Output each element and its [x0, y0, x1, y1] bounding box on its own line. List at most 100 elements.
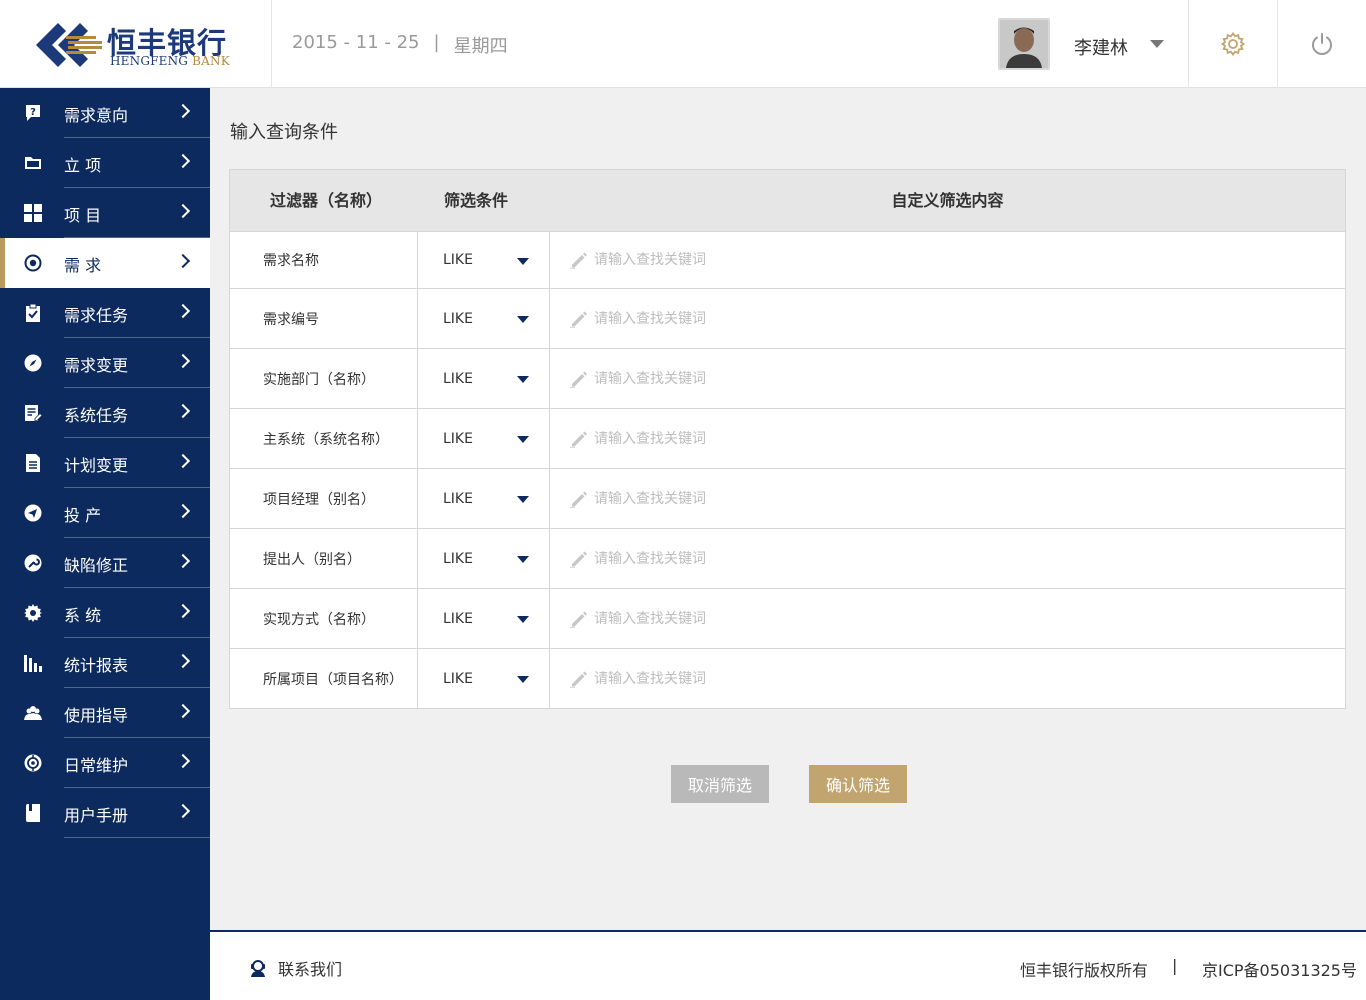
sidebar-item-system-task[interactable]: 系统任务 — [0, 388, 210, 438]
keyword-input[interactable] — [594, 610, 1094, 627]
caret-down-icon[interactable] — [517, 616, 529, 623]
chevron-right-icon — [175, 303, 191, 319]
table-row: 需求名称 LIKE — [230, 232, 1345, 289]
condition-value: LIKE — [443, 610, 473, 627]
bank-logo[interactable]: 恒丰银行 HENGFENG BANK — [0, 0, 272, 88]
chevron-right-icon — [175, 653, 191, 669]
chevron-right-icon — [175, 503, 191, 519]
sidebar-item-project-approval[interactable]: 立 项 — [0, 138, 210, 188]
sidebar-item-label: 需求任务 — [64, 306, 129, 325]
caret-down-icon[interactable] — [517, 316, 529, 323]
pencil-icon — [570, 431, 587, 448]
header: 恒丰银行 HENGFENG BANK 2015 - 11 - 25 | 星期四 … — [0, 0, 1366, 88]
caret-down-icon[interactable] — [517, 436, 529, 443]
sidebar-item-maintenance[interactable]: 日常维护 — [0, 738, 210, 788]
keyword-input[interactable] — [594, 490, 1094, 507]
sidebar-item-usage-guide[interactable]: 使用指导 — [0, 688, 210, 738]
sidebar-item-project[interactable]: 项 目 — [0, 188, 210, 238]
sidebar-item-user-manual[interactable]: 用户手册 — [0, 788, 210, 838]
caret-down-icon[interactable] — [517, 676, 529, 683]
gear-icon — [1220, 31, 1246, 57]
condition-select[interactable]: LIKE — [418, 349, 550, 408]
keyword-input[interactable] — [594, 310, 1094, 327]
condition-select[interactable]: LIKE — [418, 469, 550, 528]
user-name[interactable]: 李建林 — [1074, 34, 1128, 60]
keyword-cell — [550, 469, 1345, 528]
settings-button[interactable] — [1189, 0, 1277, 88]
condition-select[interactable]: LIKE — [418, 232, 550, 288]
keyword-input[interactable] — [594, 370, 1094, 387]
customer-service-icon — [251, 960, 265, 977]
sidebar-item-plan-change[interactable]: 计划变更 — [0, 438, 210, 488]
condition-select[interactable]: LIKE — [418, 289, 550, 348]
document-icon — [24, 454, 42, 472]
sidebar-item-demand[interactable]: 需 求 — [0, 238, 210, 288]
sidebar-item-demand-change[interactable]: 需求变更 — [0, 338, 210, 388]
bank-name-en-part1: HENGFENG — [110, 54, 189, 68]
caret-down-icon[interactable] — [517, 556, 529, 563]
pencil-icon — [570, 671, 587, 688]
date-display: 2015 - 11 - 25 | 星期四 — [292, 32, 508, 58]
keyword-cell — [550, 649, 1345, 708]
date-text: 2015 - 11 - 25 — [292, 32, 420, 53]
condition-select[interactable]: LIKE — [418, 409, 550, 468]
bank-logo-mark-icon — [36, 23, 102, 67]
sidebar-item-demand-intent[interactable]: ? 需求意向 — [0, 88, 210, 138]
footer-separator: | — [1172, 956, 1178, 975]
condition-value: LIKE — [443, 490, 473, 507]
keyword-cell — [550, 289, 1345, 348]
avatar-person-icon — [1000, 20, 1048, 68]
column-header-condition: 筛选条件 — [444, 191, 509, 210]
contact-us-link[interactable]: 联系我们 — [248, 956, 342, 980]
keyword-input[interactable] — [594, 430, 1094, 447]
chevron-right-icon — [175, 603, 191, 619]
filter-name-cell: 需求名称 — [230, 232, 418, 288]
sidebar-item-label: 立 项 — [64, 156, 102, 175]
sidebar-item-label: 计划变更 — [64, 456, 129, 475]
sidebar-item-label: 系统任务 — [64, 406, 129, 425]
table-row: 需求编号 LIKE — [230, 289, 1345, 349]
main-content: 输入查询条件 过滤器（名称） 筛选条件 自定义筛选内容 需求名称 LIKE 需求… — [210, 88, 1366, 930]
column-header-filter: 过滤器（名称） — [270, 191, 383, 210]
caret-down-icon[interactable] — [517, 376, 529, 383]
svg-text:?: ? — [30, 107, 36, 118]
caret-down-icon[interactable] — [1150, 40, 1164, 48]
caret-down-icon[interactable] — [517, 496, 529, 503]
sidebar-item-production[interactable]: 投 产 — [0, 488, 210, 538]
book-icon — [24, 804, 42, 822]
sidebar-item-label: 需求意向 — [64, 106, 129, 125]
clipboard-check-icon — [24, 304, 42, 322]
keyword-input[interactable] — [594, 550, 1094, 567]
filter-name-cell: 提出人（别名） — [230, 529, 418, 588]
table-header: 过滤器（名称） 筛选条件 自定义筛选内容 — [230, 170, 1345, 232]
confirm-filter-button[interactable]: 确认筛选 — [809, 765, 907, 803]
pencil-icon — [570, 491, 587, 508]
filter-name-cell: 项目经理（别名） — [230, 469, 418, 528]
contact-us-label: 联系我们 — [278, 960, 343, 979]
table-row: 所属项目（项目名称） LIKE — [230, 649, 1345, 708]
question-icon: ? — [24, 104, 42, 122]
bank-name-en-part2: BANK — [192, 54, 230, 68]
logout-button[interactable] — [1278, 0, 1366, 88]
sidebar-item-statistics[interactable]: 统计报表 — [0, 638, 210, 688]
people-icon — [24, 704, 42, 722]
sidebar-item-defect-fix[interactable]: 缺陷修正 — [0, 538, 210, 588]
keyword-cell — [550, 349, 1345, 408]
avatar[interactable] — [998, 18, 1050, 70]
sidebar-item-system[interactable]: 系 统 — [0, 588, 210, 638]
chevron-right-icon — [175, 553, 191, 569]
condition-select[interactable]: LIKE — [418, 589, 550, 648]
chevron-right-icon — [175, 453, 191, 469]
table-row: 实现方式（名称） LIKE — [230, 589, 1345, 649]
condition-select[interactable]: LIKE — [418, 529, 550, 588]
sidebar-item-demand-task[interactable]: 需求任务 — [0, 288, 210, 338]
filter-name-cell: 实现方式（名称） — [230, 589, 418, 648]
sidebar-nav: ? 需求意向 立 项 项 目 需 求 需求任务 需求变更 系统任务 计划变更 投… — [0, 88, 210, 1000]
keyword-input[interactable] — [594, 670, 1094, 687]
cancel-filter-button[interactable]: 取消筛选 — [671, 765, 769, 803]
caret-down-icon[interactable] — [517, 258, 529, 265]
filter-name-cell: 需求编号 — [230, 289, 418, 348]
keyword-input[interactable] — [594, 252, 1094, 268]
user-menu[interactable]: 李建林 — [998, 18, 1188, 70]
condition-select[interactable]: LIKE — [418, 649, 550, 708]
